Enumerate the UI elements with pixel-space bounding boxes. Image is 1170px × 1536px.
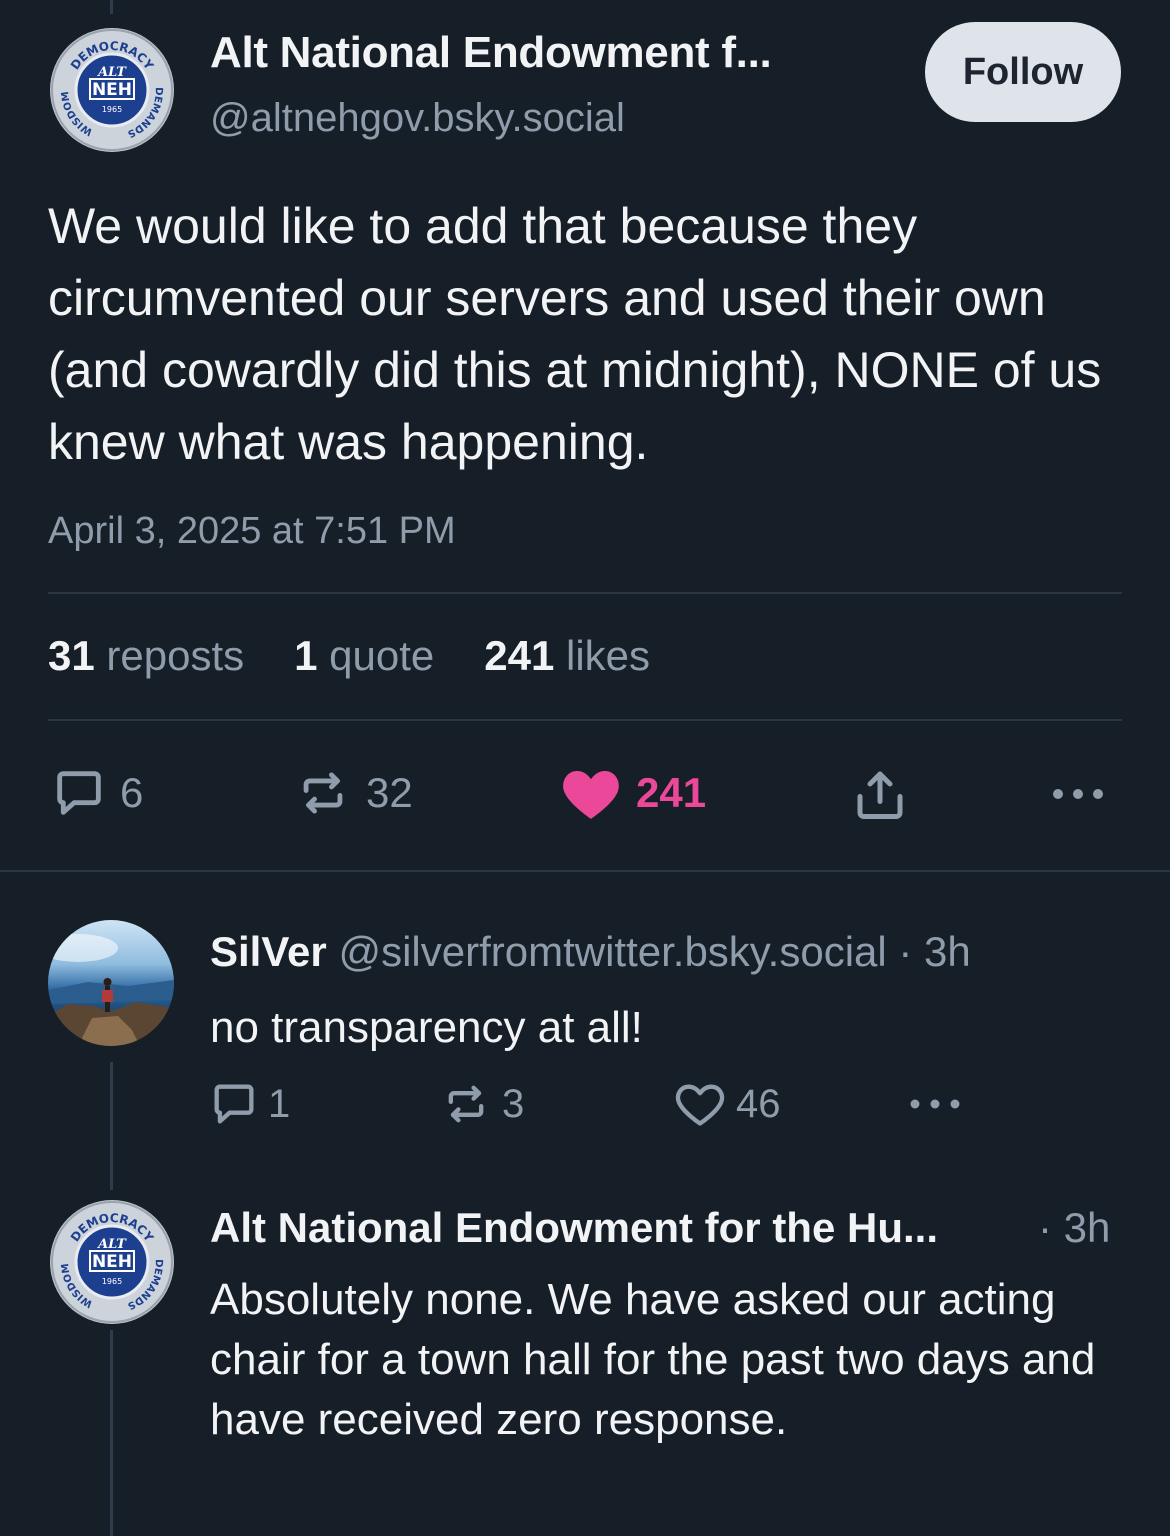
reply2-time: · 3h — [1038, 1204, 1111, 1251]
seal-alt-text: ALT — [96, 65, 127, 80]
reply-repost-count: 3 — [502, 1081, 525, 1126]
reply-time: · 3h — [898, 928, 971, 975]
reply-like-count: 46 — [736, 1081, 781, 1126]
repost-count: 32 — [366, 769, 413, 816]
thread-line-top — [110, 0, 113, 14]
comment-icon — [214, 1084, 254, 1124]
reply-avatar-altneh[interactable]: DEMOCRACY WISDOM DEMANDS ALT NEH 1965 — [50, 1200, 174, 1324]
divider-top — [48, 592, 1122, 594]
more-icon — [1053, 789, 1103, 799]
reply2-author-name[interactable]: Alt National Endowment for the Hu... — [210, 1204, 938, 1252]
repost-button[interactable]: 32 — [294, 764, 413, 822]
repost-icon — [448, 1085, 484, 1123]
post-separator — [0, 870, 1170, 872]
reply-like-button[interactable]: 46 — [674, 1078, 781, 1130]
quotes-stat[interactable]: 1 quote — [294, 632, 434, 680]
reply-author-name[interactable]: SilVer — [210, 928, 327, 975]
reply-button[interactable]: 6 — [50, 764, 143, 822]
more-icon — [910, 1099, 960, 1109]
post-timestamp: April 3, 2025 at 7:51 PM — [48, 510, 456, 552]
reply-body: no transparency at all! — [210, 1003, 643, 1052]
seal-neh-text: NEH — [92, 1252, 132, 1272]
seal-neh-text: NEH — [92, 80, 132, 100]
seal-year-text: 1965 — [102, 1277, 122, 1286]
divider-bottom — [48, 719, 1122, 721]
reposts-count: 31 — [48, 632, 95, 679]
author-handle[interactable]: @altnehgov.bsky.social — [210, 96, 625, 141]
neh-seal-logo: DEMOCRACY WISDOM DEMANDS ALT NEH 1965 — [51, 29, 173, 151]
heart-outline-icon — [675, 1084, 725, 1126]
author-avatar[interactable]: DEMOCRACY WISDOM DEMANDS ALT NEH 1965 — [50, 28, 174, 152]
thread-line-bottom — [110, 1330, 113, 1536]
repost-icon — [303, 772, 343, 814]
quotes-label: quote — [329, 632, 435, 679]
like-count: 241 — [636, 769, 707, 816]
thread-line-middle — [110, 1062, 113, 1190]
more-options-button[interactable] — [1050, 784, 1106, 804]
author-name[interactable]: Alt National Endowment f... — [210, 28, 772, 78]
reposts-label: reposts — [106, 632, 245, 679]
heart-filled-icon — [563, 771, 619, 819]
post-body: We would like to add that because they c… — [48, 198, 1102, 470]
reply2-body: Absolutely none. We have asked our actin… — [210, 1275, 1096, 1444]
profile-photo-icon — [48, 934, 174, 1046]
share-button[interactable] — [850, 764, 910, 824]
post-thread-view: DEMOCRACY WISDOM DEMANDS ALT NEH 1965 Al… — [0, 0, 1170, 1536]
reply-author-handle[interactable]: @silverfromtwitter.bsky.social — [338, 928, 886, 975]
reply-reply-button[interactable]: 1 — [208, 1078, 290, 1130]
reply-reply-count: 1 — [268, 1081, 291, 1126]
quotes-count: 1 — [294, 632, 318, 679]
comment-icon — [57, 771, 101, 815]
follow-button[interactable]: Follow — [925, 22, 1121, 122]
reposts-stat[interactable]: 31 reposts — [48, 632, 244, 680]
seal-year-text: 1965 — [102, 105, 122, 114]
post-stats: 31 reposts 1 quote 241 likes — [48, 632, 700, 680]
reply-more-button[interactable] — [908, 1095, 962, 1113]
like-button[interactable]: 241 — [560, 764, 706, 822]
share-icon — [857, 771, 903, 819]
likes-label: likes — [566, 632, 651, 679]
neh-seal-logo: DEMOCRACY WISDOM DEMANDS ALT NEH 1965 — [51, 1201, 173, 1323]
reply-repost-button[interactable]: 3 — [440, 1078, 524, 1130]
reply-count: 6 — [120, 769, 144, 816]
reply-avatar-silver[interactable] — [48, 920, 174, 1046]
seal-alt-text: ALT — [96, 1237, 127, 1252]
reply-header: SilVer @silverfromtwitter.bsky.social · … — [210, 928, 971, 976]
likes-count: 241 — [484, 632, 555, 679]
likes-stat[interactable]: 241 likes — [484, 632, 650, 680]
